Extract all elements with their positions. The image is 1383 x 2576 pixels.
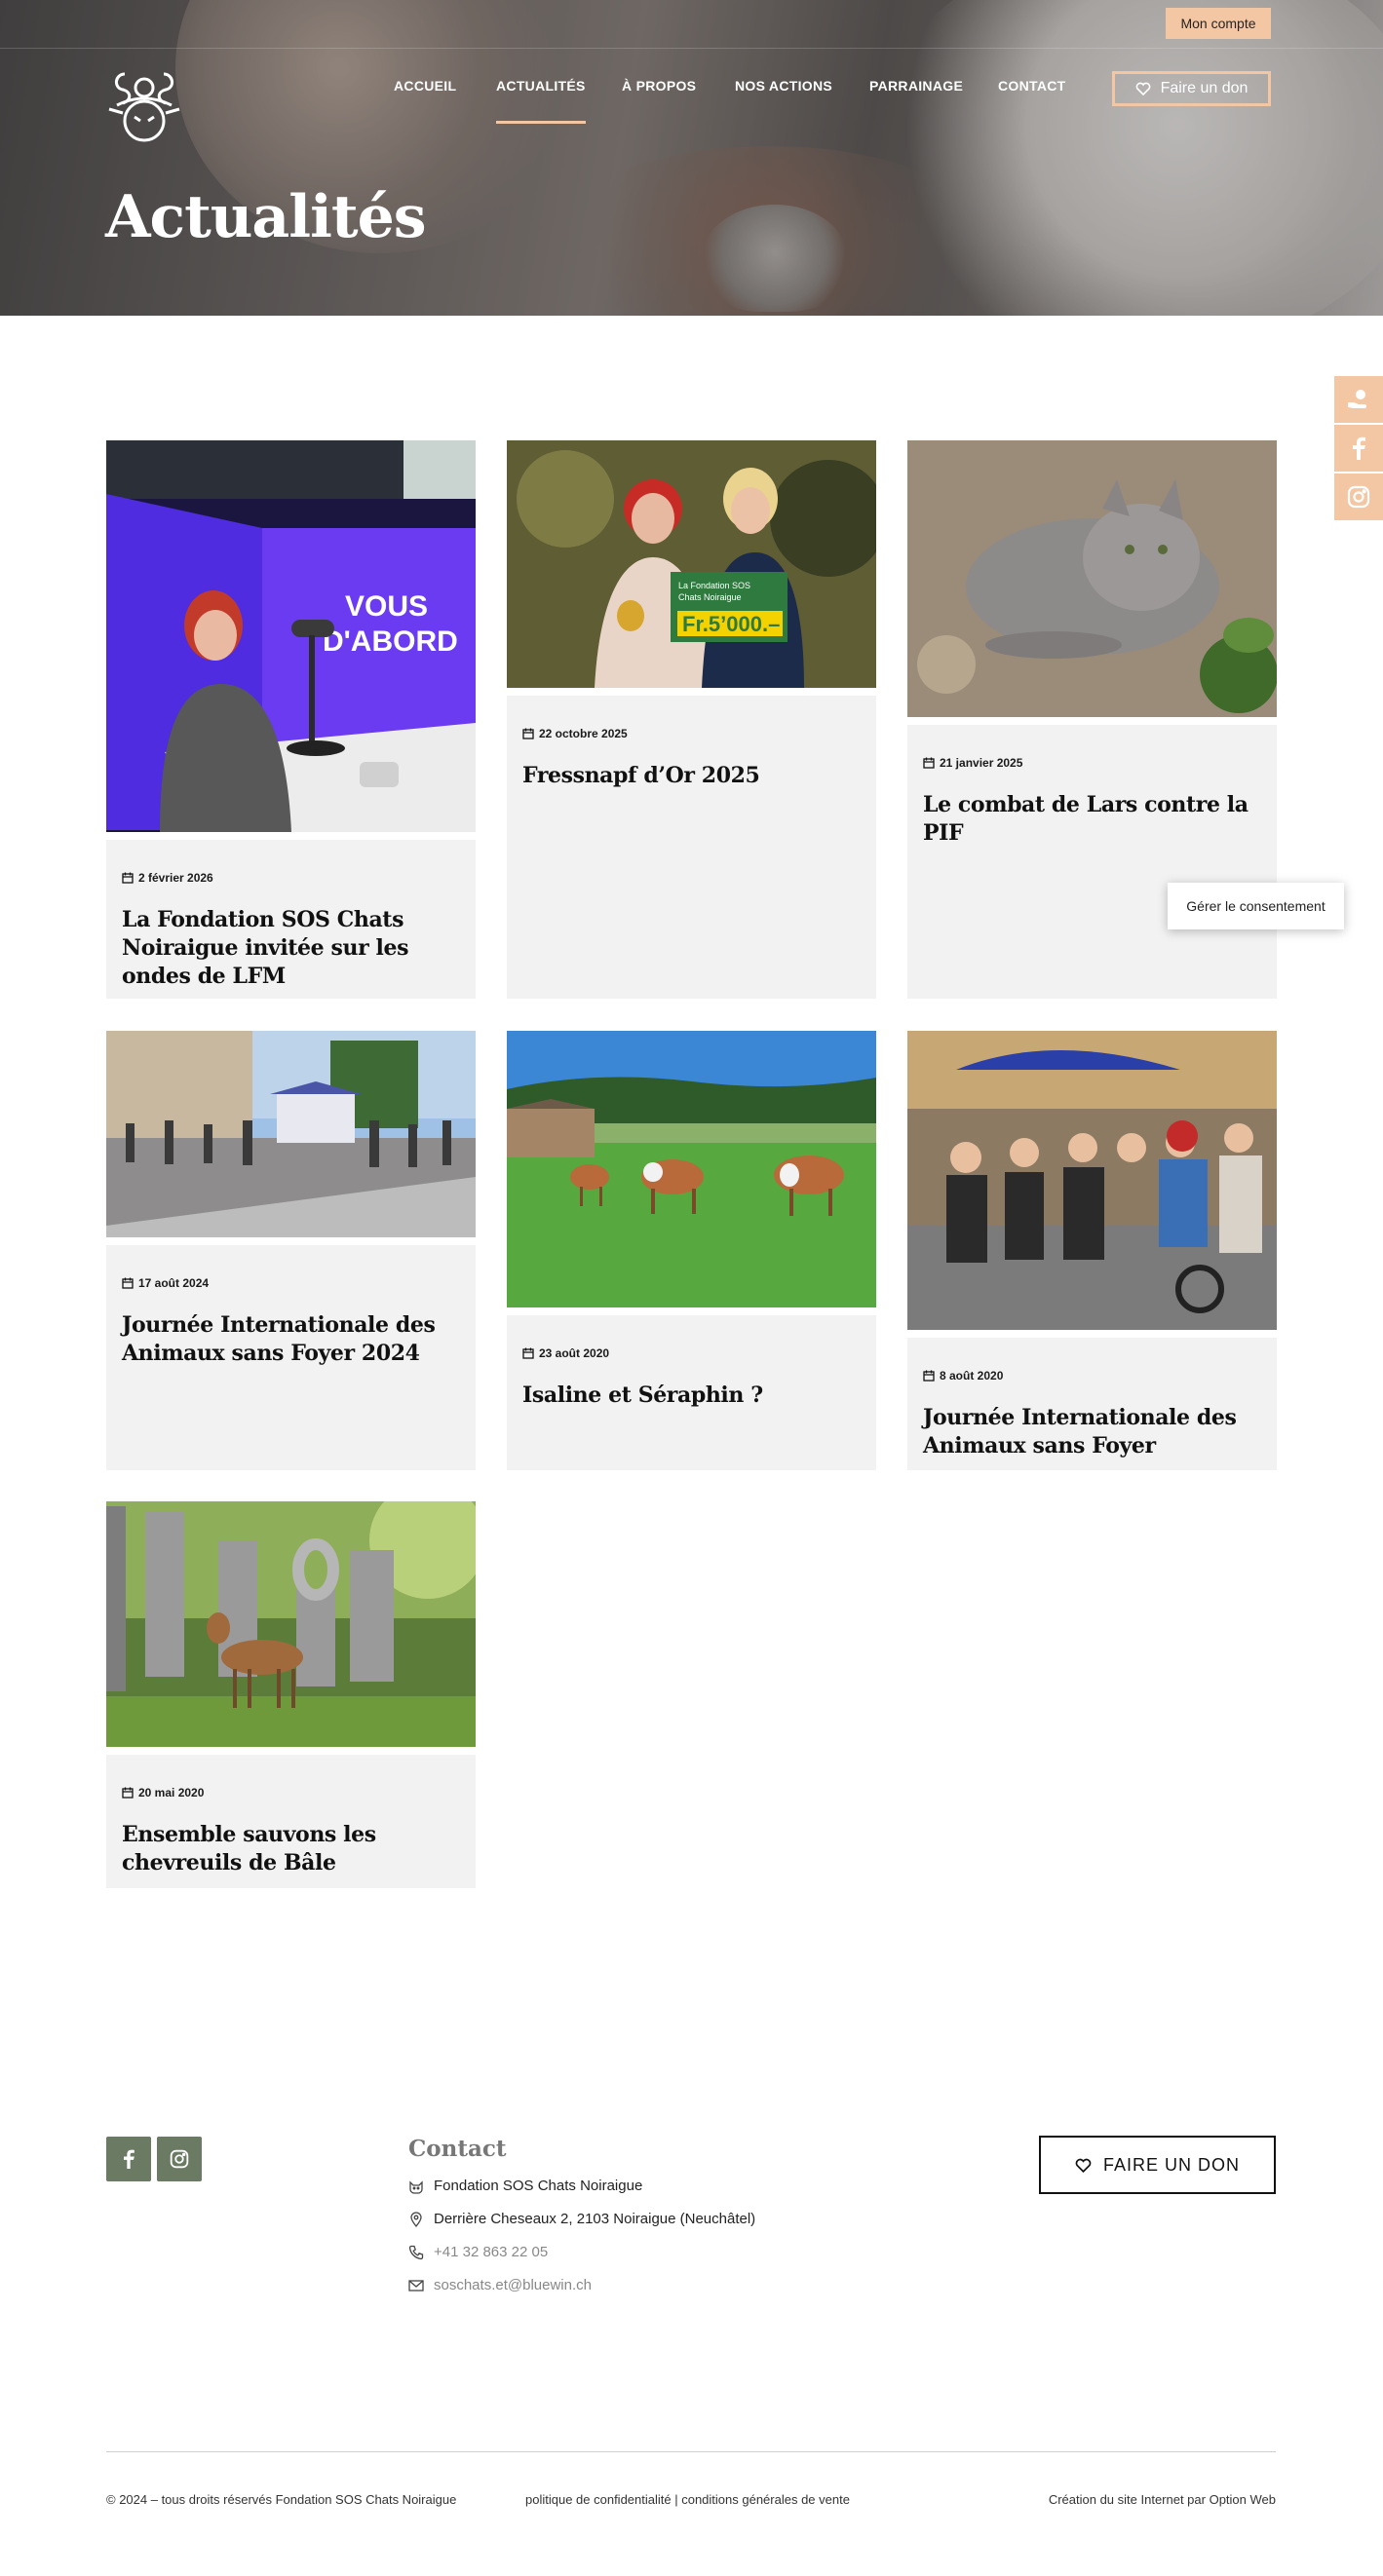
- heart-icon: [1075, 2158, 1092, 2173]
- facebook-icon[interactable]: [106, 2137, 151, 2181]
- calendar-icon: [522, 728, 534, 739]
- nav-a-propos[interactable]: À PROPOS: [622, 78, 696, 94]
- calendar-icon: [122, 1277, 134, 1289]
- page-title: Actualités: [105, 183, 427, 251]
- article-card[interactable]: 17 août 2024 Journée Internationale des …: [106, 1031, 476, 1470]
- nav-contact[interactable]: CONTACT: [998, 78, 1066, 94]
- article-title[interactable]: Journée Internationale des Animaux sans …: [122, 1311, 463, 1368]
- article-date: 17 août 2024: [122, 1276, 209, 1290]
- hero-banner: [0, 0, 1383, 316]
- article-title[interactable]: Ensemble sauvons les chevreuils de Bâle: [122, 1821, 463, 1877]
- svg-text:VOUS: VOUS: [345, 590, 428, 623]
- article-card[interactable]: 20 mai 2020 Ensemble sauvons les chevreu…: [106, 1501, 476, 1888]
- facebook-icon[interactable]: [1334, 425, 1383, 472]
- contact-title: Contact: [408, 2136, 507, 2162]
- donate-button-footer[interactable]: FAIRE UN DON: [1039, 2136, 1276, 2194]
- instagram-icon[interactable]: [157, 2137, 202, 2181]
- svg-text:D'ABORD: D'ABORD: [323, 625, 458, 658]
- grey-cat-photo: [907, 440, 1277, 717]
- donate-label: Faire un don: [1160, 80, 1249, 96]
- article-date: 2 février 2026: [122, 871, 213, 885]
- footer-divider: [106, 2451, 1276, 2452]
- article-card[interactable]: 23 août 2020 Isaline et Séraphin ?: [507, 1031, 876, 1470]
- calendar-icon: [122, 872, 134, 884]
- deer-cemetery-photo: [106, 1501, 476, 1747]
- hand-heart-icon[interactable]: [1334, 376, 1383, 423]
- svg-text:Chats Noiraigue: Chats Noiraigue: [678, 592, 742, 602]
- heart-icon: [1135, 82, 1150, 95]
- contact-phone[interactable]: +41 32 863 22 05: [408, 2244, 548, 2260]
- street-fair-photo: [106, 1031, 476, 1237]
- award-ceremony-photo: Fr.5’000.– La Fondation SOS Chats Noirai…: [507, 440, 876, 688]
- group-photo: [907, 1031, 1277, 1330]
- contact-foundation: Fondation SOS Chats Noiraigue: [408, 2178, 642, 2194]
- svg-text:La Fondation SOS: La Fondation SOS: [678, 581, 750, 590]
- side-social-bar: [1334, 376, 1383, 522]
- article-title[interactable]: Le combat de Lars contre la PIF: [923, 791, 1264, 848]
- manage-consent-button[interactable]: Gérer le consentement: [1168, 883, 1344, 929]
- nav-accueil[interactable]: ACCUEIL: [394, 78, 456, 94]
- svg-text:Fr.5’000.–: Fr.5’000.–: [682, 612, 780, 636]
- mail-icon: [408, 2279, 424, 2292]
- article-date: 20 mai 2020: [122, 1786, 204, 1799]
- copyright-text: © 2024 – tous droits réservés Fondation …: [106, 2492, 457, 2507]
- article-title[interactable]: Journée Internationale des Animaux sans …: [923, 1404, 1264, 1460]
- calendar-icon: [923, 1370, 935, 1382]
- instagram-icon[interactable]: [1334, 474, 1383, 520]
- nav-parrainage[interactable]: PARRAINAGE: [869, 78, 963, 94]
- article-date: 23 août 2020: [522, 1346, 609, 1360]
- article-card[interactable]: Fr.5’000.– La Fondation SOS Chats Noirai…: [507, 440, 876, 999]
- article-title[interactable]: Isaline et Séraphin ?: [522, 1382, 864, 1410]
- contact-address: Derrière Cheseaux 2, 2103 Noiraigue (Neu…: [408, 2211, 755, 2227]
- nav-nos-actions[interactable]: NOS ACTIONS: [735, 78, 832, 94]
- calendar-icon: [923, 757, 935, 769]
- credit-link[interactable]: Création du site Internet par Option Web: [1049, 2492, 1276, 2507]
- site-logo[interactable]: [105, 66, 183, 146]
- my-account-button[interactable]: Mon compte: [1166, 8, 1271, 39]
- article-date: 21 janvier 2025: [923, 756, 1022, 770]
- article-date: 22 octobre 2025: [522, 727, 628, 740]
- map-pin-icon: [410, 2211, 422, 2227]
- article-title[interactable]: Fressnapf d’Or 2025: [522, 762, 864, 790]
- phone-icon: [408, 2245, 424, 2259]
- article-title[interactable]: La Fondation SOS Chats Noiraigue invitée…: [122, 906, 463, 991]
- donate-button-header[interactable]: Faire un don: [1112, 71, 1271, 106]
- cat-icon: [409, 2179, 423, 2194]
- calendar-icon: [522, 1347, 534, 1359]
- contact-email[interactable]: soschats.et@bluewin.ch: [408, 2277, 592, 2293]
- radio-studio-photo: VOUS D'ABORD: [106, 440, 476, 832]
- legal-links[interactable]: politique de confidentialité | condition…: [525, 2492, 850, 2507]
- article-date: 8 août 2020: [923, 1369, 1003, 1383]
- calendar-icon: [122, 1787, 134, 1799]
- article-card[interactable]: 8 août 2020 Journée Internationale des A…: [907, 1031, 1277, 1470]
- cows-field-photo: [507, 1031, 876, 1307]
- nav-actualites[interactable]: ACTUALITÉS: [496, 78, 586, 124]
- article-card[interactable]: VOUS D'ABORD 2 février 2026 La Fondation…: [106, 440, 476, 999]
